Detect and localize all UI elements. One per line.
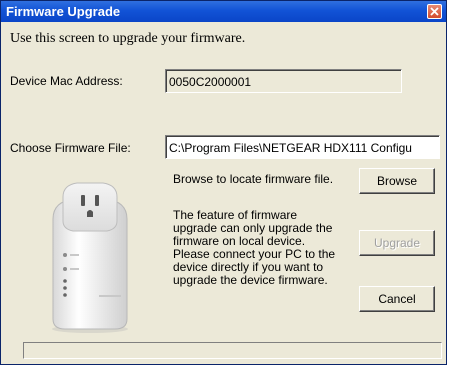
- firmware-file-label: Choose Firmware File:: [10, 141, 131, 155]
- status-bar: [23, 342, 442, 359]
- close-button[interactable]: [427, 4, 442, 19]
- mac-address-field: 0050C2000001: [165, 69, 402, 93]
- instruction-text: Use this screen to upgrade your firmware…: [10, 31, 246, 46]
- browse-hint: Browse to locate firmware file.: [173, 172, 334, 186]
- firmware-upgrade-dialog: Firmware Upgrade Use this screen to upgr…: [0, 0, 447, 365]
- firmware-file-input[interactable]: C:\Program Files\NETGEAR HDX111 Configu: [165, 135, 440, 159]
- close-icon: [430, 7, 439, 16]
- window-title: Firmware Upgrade: [6, 4, 121, 19]
- mac-address-label: Device Mac Address:: [10, 74, 123, 88]
- title-bar[interactable]: Firmware Upgrade: [1, 1, 446, 22]
- powerline-adapter-image: [52, 182, 128, 333]
- upgrade-button[interactable]: Upgrade: [359, 230, 435, 256]
- cancel-button[interactable]: Cancel: [359, 286, 435, 312]
- browse-button[interactable]: Browse: [359, 168, 435, 194]
- upgrade-note-line: upgrade the device firmware.: [173, 273, 328, 287]
- upgrade-note: The feature of firmware upgrade can only…: [173, 209, 353, 287]
